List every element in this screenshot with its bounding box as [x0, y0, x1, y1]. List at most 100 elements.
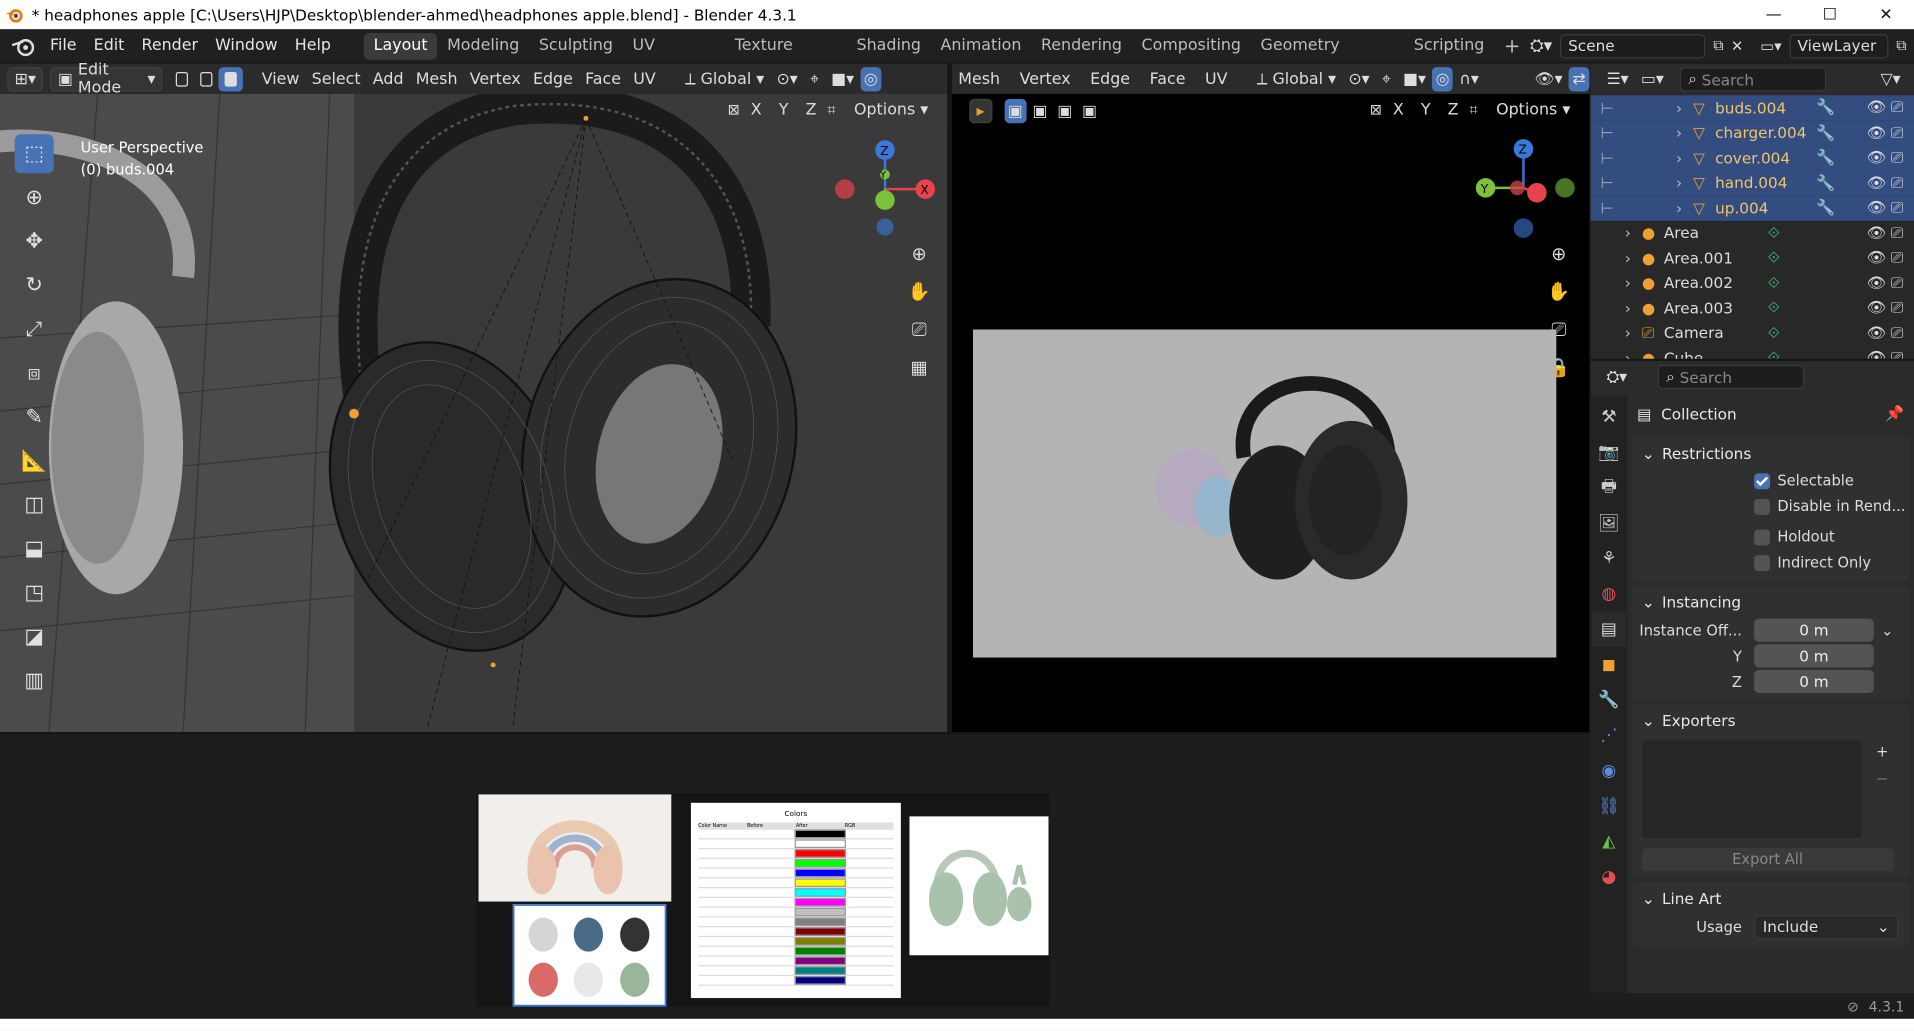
right-select-invert-icon[interactable]: ▣: [1078, 99, 1100, 123]
face-select-icon[interactable]: [219, 67, 244, 92]
gizmo-toggle-icon[interactable]: ⇄: [1568, 67, 1590, 92]
pivot-icon[interactable]: ⊙▾: [770, 67, 803, 91]
snap-target-right-icon[interactable]: ■▾: [1397, 67, 1432, 91]
tab-modeling[interactable]: Modeling: [437, 32, 529, 59]
visibility-eye-icon[interactable]: 👁: [1866, 298, 1885, 318]
view-layer-tab-icon[interactable]: 🖼: [1592, 506, 1626, 540]
menu-edit[interactable]: Edit: [85, 29, 133, 63]
properties-editor-icon[interactable]: ⛭▾: [1600, 365, 1633, 389]
display-mode-icon[interactable]: ▭▾: [1635, 67, 1670, 91]
export-all-button[interactable]: Export All: [1641, 847, 1894, 872]
tab-scripting[interactable]: Scripting: [1404, 32, 1494, 59]
menu-uv[interactable]: UV: [627, 67, 662, 91]
tab-compositing[interactable]: Compositing: [1132, 32, 1251, 59]
expand-arrow-icon[interactable]: ›: [1625, 224, 1631, 242]
new-viewlayer-icon[interactable]: ⧉: [1896, 37, 1906, 55]
outliner-row[interactable]: › ● Area.001 ⟐ 👁 ⎚: [1591, 245, 1914, 270]
expand-arrow-icon[interactable]: ›: [1676, 99, 1682, 117]
outliner-row[interactable]: ⊢ › ▽ buds.004 🔧 👁 ⎚: [1590, 95, 1914, 121]
right-axis-x-toggle[interactable]: X: [1387, 98, 1410, 122]
data-tab-icon[interactable]: ◭: [1592, 825, 1626, 859]
expand-arrow-icon[interactable]: ›: [1676, 124, 1682, 142]
visibility-eye-icon[interactable]: 👁: [1866, 98, 1885, 118]
extrude-tool-icon[interactable]: ⬓: [15, 530, 54, 569]
outliner-row[interactable]: › ● Area.002 ⟐ 👁 ⎚: [1591, 270, 1914, 295]
render-camera-icon[interactable]: ⎚: [1891, 298, 1903, 318]
bevel-tool-icon[interactable]: ◪: [15, 617, 54, 656]
instance-offset-z-field[interactable]: 0 m: [1754, 669, 1874, 694]
pivot-right-icon[interactable]: ⊙▾: [1342, 67, 1375, 91]
render-camera-icon[interactable]: ⎚: [1891, 273, 1903, 293]
edge-select-icon[interactable]: [195, 67, 219, 91]
loop-cut-tool-icon[interactable]: ▥: [15, 661, 54, 700]
rotate-tool-icon[interactable]: ↻: [15, 266, 54, 305]
editor-type-icon[interactable]: ⊞▾: [7, 67, 44, 92]
menu-file[interactable]: File: [41, 29, 85, 63]
outliner-row[interactable]: › ⎚ Camera ⟐ 👁 ⎚: [1591, 320, 1914, 345]
axis-y-toggle[interactable]: Y: [773, 98, 795, 122]
select-box-tool-icon[interactable]: ⬚: [14, 134, 54, 174]
ortho-grid-icon[interactable]: ▦: [903, 351, 935, 383]
render-camera-icon[interactable]: ⎚: [1891, 248, 1903, 268]
physics-tab-icon[interactable]: ◉: [1592, 754, 1626, 788]
zoom-icon[interactable]: ⊕: [903, 238, 935, 270]
right-select-box-icon[interactable]: ▣: [1004, 98, 1027, 124]
expand-arrow-icon[interactable]: ›: [1676, 199, 1682, 217]
inset-tool-icon[interactable]: ◳: [15, 573, 54, 612]
usage-dropdown[interactable]: Include ⌄: [1754, 914, 1899, 939]
expand-arrow-icon[interactable]: ›: [1676, 149, 1682, 167]
visibility-icon[interactable]: 👁▾: [1528, 67, 1568, 91]
tab-geometry-nodes[interactable]: Geometry Nodes: [1251, 32, 1404, 81]
close-button[interactable]: ✕: [1858, 0, 1914, 29]
outliner-editor-icon[interactable]: ☰▾: [1600, 67, 1634, 91]
mode-selector[interactable]: ▣ Edit Mode ▾: [50, 61, 163, 98]
remove-exporter-button[interactable]: −: [1871, 767, 1893, 789]
visibility-eye-icon[interactable]: 👁: [1866, 223, 1885, 243]
proportional-edit-icon[interactable]: ◎: [860, 67, 882, 92]
menu-help[interactable]: Help: [286, 29, 339, 63]
tab-sculpting[interactable]: Sculpting: [529, 32, 623, 59]
menu-mesh-right[interactable]: Mesh: [952, 67, 1006, 91]
instance-offset-y-field[interactable]: 0 m: [1754, 644, 1874, 668]
expand-arrow-icon[interactable]: ›: [1625, 299, 1631, 317]
viewport-3d-left[interactable]: User Perspective (0) buds.004 X Z Y ⊕ ✋ …: [0, 93, 948, 733]
visibility-eye-icon[interactable]: 👁: [1866, 148, 1885, 168]
menu-uv-right[interactable]: UV: [1199, 67, 1234, 91]
snap-icon[interactable]: ⌖: [804, 67, 825, 91]
vertex-select-icon[interactable]: [170, 67, 194, 91]
tool-tab-icon[interactable]: ⚒: [1592, 400, 1626, 434]
menu-edge-right[interactable]: Edge: [1084, 67, 1136, 91]
menu-face[interactable]: Face: [579, 67, 627, 91]
right-axis-z-toggle[interactable]: Z: [1442, 98, 1465, 122]
line-art-header[interactable]: ⌄ Line Art: [1632, 882, 1909, 914]
outliner-row[interactable]: ⊢ › ▽ up.004 🔧 👁 ⎚: [1590, 195, 1914, 221]
modifier-tab-icon[interactable]: 🔧: [1592, 683, 1626, 717]
visibility-eye-icon[interactable]: 👁: [1866, 123, 1885, 143]
right-pan-hand-icon[interactable]: ✋: [1543, 276, 1575, 308]
options-dropdown[interactable]: Options ▾: [848, 98, 934, 122]
render-camera-icon[interactable]: ⎚: [1891, 123, 1903, 143]
measure-tool-icon[interactable]: 📐: [15, 442, 54, 481]
transform-orientation-right[interactable]: ⟂ Global ▾: [1251, 67, 1343, 91]
right-options-dropdown[interactable]: Options ▾: [1490, 98, 1576, 122]
pin-icon[interactable]: 📌: [1885, 404, 1904, 424]
right-mirror-icon[interactable]: ⊠: [1370, 101, 1382, 118]
tab-shading[interactable]: Shading: [847, 32, 931, 59]
outliner-row[interactable]: › ● Area ⟐ 👁 ⎚: [1591, 220, 1914, 245]
particles-tab-icon[interactable]: ⋰: [1592, 719, 1626, 753]
properties-search[interactable]: ⌕ Search: [1657, 364, 1805, 390]
scene-selector[interactable]: Scene: [1559, 33, 1706, 58]
visibility-eye-icon[interactable]: 👁: [1866, 173, 1885, 193]
world-tab-icon[interactable]: ◍: [1592, 577, 1626, 611]
pan-hand-icon[interactable]: ✋: [903, 276, 935, 308]
menu-vertex-right[interactable]: Vertex: [1013, 67, 1076, 91]
tab-uv-editing[interactable]: UV Editing: [623, 32, 725, 81]
maximize-button[interactable]: ☐: [1802, 0, 1858, 29]
render-camera-icon[interactable]: ⎚: [1891, 148, 1903, 168]
menu-view[interactable]: View: [256, 67, 306, 91]
visibility-eye-icon[interactable]: 👁: [1866, 248, 1885, 268]
expand-arrow-icon[interactable]: ›: [1676, 174, 1682, 192]
instance-offset-x-field[interactable]: 0 m: [1754, 618, 1874, 642]
delete-scene-icon[interactable]: ✕: [1731, 37, 1743, 54]
render-camera-icon[interactable]: ⎚: [1891, 198, 1903, 218]
